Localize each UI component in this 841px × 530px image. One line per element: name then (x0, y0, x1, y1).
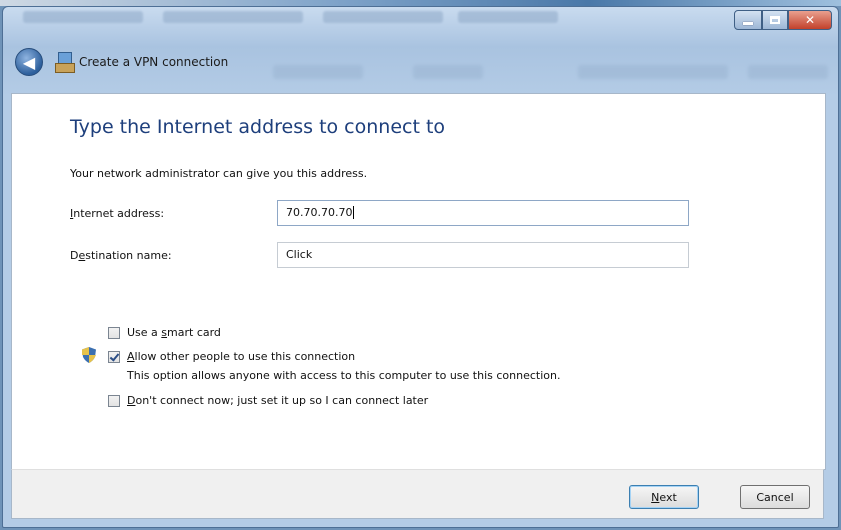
access-key: A (127, 350, 135, 363)
label-text: nternet address: (73, 207, 165, 220)
blurred-background-text (23, 11, 143, 23)
internet-address-label: Internet address: (70, 207, 164, 220)
wizard-footer: Next Cancel (11, 469, 824, 519)
label-text: Use a (127, 326, 162, 339)
blurred-background-text (578, 65, 728, 79)
close-icon: ✕ (804, 13, 816, 27)
dont-connect-option[interactable]: Don't connect now; just set it up so I c… (108, 394, 428, 407)
wizard-header: ◀ Create a VPN connection (15, 47, 228, 77)
dont-connect-label: Don't connect now; just set it up so I c… (127, 394, 428, 407)
maximize-icon (770, 16, 780, 24)
cancel-button[interactable]: Cancel (740, 485, 810, 509)
label-text: stination name: (85, 249, 172, 262)
access-key: N (651, 490, 660, 504)
input-value: 70.70.70.70 (286, 206, 353, 219)
vpn-icon-base (55, 63, 75, 73)
minimize-icon (743, 21, 753, 25)
blurred-background-text (273, 65, 363, 79)
back-button[interactable]: ◀ (15, 48, 43, 76)
smart-card-checkbox[interactable] (108, 326, 120, 339)
text-cursor (353, 206, 355, 219)
blurred-background-text (748, 65, 828, 79)
window-controls: ✕ (734, 10, 832, 30)
back-arrow-icon: ◀ (22, 52, 36, 72)
minimize-button[interactable] (734, 10, 762, 30)
blurred-background-text (163, 11, 303, 23)
blurred-background-text (323, 11, 443, 23)
smart-card-label: Use a smart card (127, 326, 221, 339)
page-heading: Type the Internet address to connect to (70, 116, 446, 138)
allow-others-checkbox[interactable] (108, 350, 120, 363)
allow-others-option[interactable]: Allow other people to use this connectio… (108, 350, 355, 363)
smart-card-option[interactable]: Use a smart card (108, 326, 221, 339)
close-button[interactable]: ✕ (788, 10, 832, 30)
internet-address-input[interactable]: 70.70.70.70 (277, 200, 689, 226)
allow-others-description: This option allows anyone with access to… (127, 369, 561, 382)
wizard-content: Type the Internet address to connect to … (11, 93, 826, 470)
label-text: llow other people to use this connection (134, 350, 356, 363)
next-button[interactable]: Next (629, 485, 699, 509)
label-text: on't connect now; just set it up so I ca… (135, 394, 429, 407)
label-text: mart card (167, 326, 221, 339)
input-value: Click (286, 248, 313, 261)
blurred-background-text (413, 65, 483, 79)
blurred-background-text (458, 11, 558, 23)
vpn-connection-icon (55, 52, 75, 73)
destination-name-input[interactable]: Click (277, 242, 689, 268)
vpn-wizard-window: ✕ ◀ Create a VPN connection Type the Int… (2, 6, 839, 528)
button-label: ext (659, 490, 677, 504)
dont-connect-checkbox[interactable] (108, 394, 120, 407)
allow-others-label: Allow other people to use this connectio… (127, 350, 355, 363)
uac-shield-icon (82, 347, 96, 363)
destination-name-label: Destination name: (70, 249, 172, 262)
window-title: Create a VPN connection (79, 55, 229, 69)
maximize-button[interactable] (762, 10, 788, 30)
page-subtitle: Your network administrator can give you … (70, 167, 368, 180)
